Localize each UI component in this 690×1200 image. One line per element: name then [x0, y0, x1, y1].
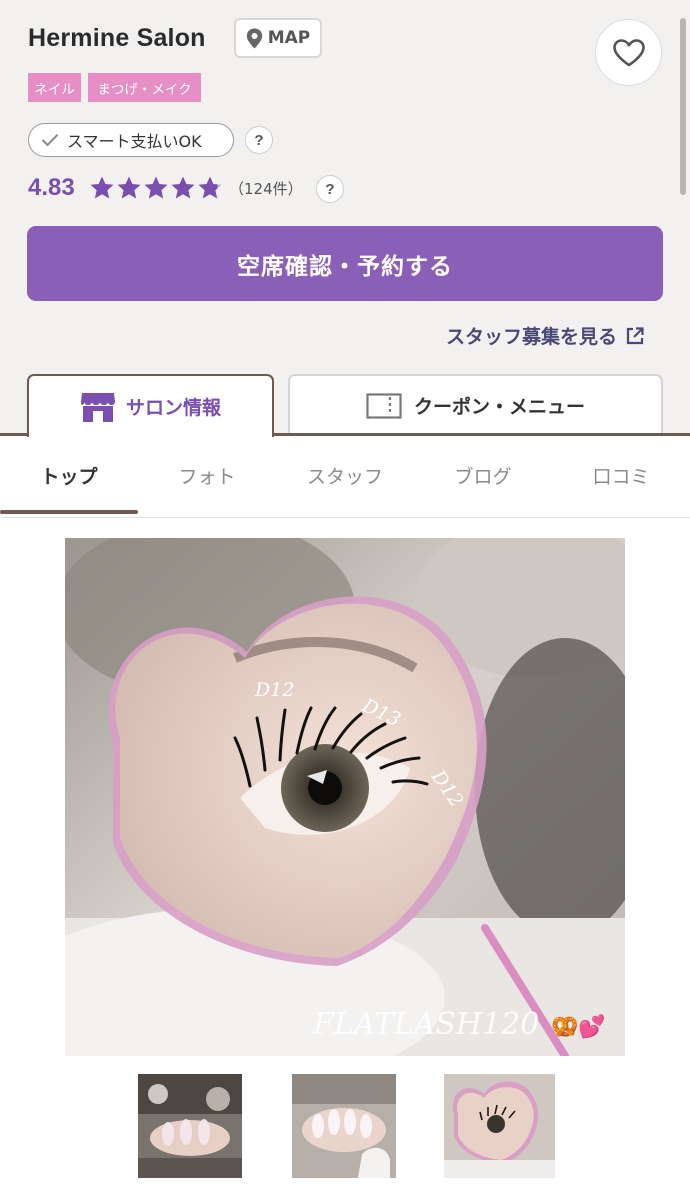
check-icon: [41, 134, 59, 147]
scrollbar[interactable]: [680, 18, 686, 195]
salon-header: [0, 0, 690, 435]
staff-recruit-label: スタッフ募集を見る: [446, 326, 618, 348]
rating-stars: [89, 175, 223, 201]
subnav-top[interactable]: トップ: [0, 436, 138, 514]
rating-value: 4.83: [28, 174, 75, 201]
sub-navigation: トップ フォト スタッフ ブログ 口コミ: [0, 436, 690, 518]
salon-name: Hermine Salon: [28, 24, 206, 52]
star-icon: [171, 176, 195, 199]
help-icon[interactable]: ?: [245, 126, 273, 154]
star-icon: [90, 176, 114, 199]
subnav-blog[interactable]: ブログ: [414, 436, 552, 514]
photo-emoji: 🥨💕: [551, 1014, 606, 1040]
storefront-icon: [80, 392, 115, 422]
star-icon: [144, 176, 168, 199]
lash-label-d12: D12: [254, 679, 294, 701]
favorite-button[interactable]: [595, 19, 662, 86]
eyelash-photo-thumbnail: [444, 1074, 555, 1178]
star-icon: [117, 176, 141, 199]
map-button[interactable]: MAP: [234, 18, 322, 58]
tab-coupon-menu[interactable]: クーポン・メニュー: [288, 374, 663, 435]
map-pin-icon: [246, 28, 262, 48]
heart-icon: [612, 38, 645, 66]
staff-recruit-link[interactable]: スタッフ募集を見る: [446, 322, 645, 349]
subnav-staff[interactable]: スタッフ: [276, 436, 414, 514]
tag-eyelash-makeup: まつげ・メイク: [88, 73, 201, 102]
photo-thumbnail-1[interactable]: [138, 1074, 242, 1178]
subnav-active-indicator: [0, 510, 138, 514]
star-icon: [198, 176, 222, 199]
tag-nail: ネイル: [28, 73, 81, 102]
map-label: MAP: [267, 28, 311, 48]
review-count[interactable]: （124件）: [229, 178, 303, 199]
photo-thumbnail-2[interactable]: [292, 1074, 396, 1178]
subnav-photo[interactable]: フォト: [138, 436, 276, 514]
smart-payment-badge: スマート支払いOK: [28, 123, 234, 157]
subnav-reviews[interactable]: 口コミ: [552, 436, 690, 514]
main-photo[interactable]: D12 D13 D12 FLATLASH120 🥨💕: [65, 538, 625, 1056]
tab-coupon-menu-label: クーポン・メニュー: [413, 396, 585, 418]
tab-salon-info-label: サロン情報: [125, 397, 221, 419]
external-link-icon: [626, 326, 644, 344]
eyelash-mirror-photo: D12 D13 D12 FLATLASH120 🥨💕: [65, 538, 625, 1056]
nail-photo-thumbnail: [138, 1074, 242, 1178]
nail-photo-thumbnail: [292, 1074, 396, 1178]
reserve-button[interactable]: 空席確認・予約する: [27, 226, 663, 301]
ticket-icon: [366, 392, 402, 419]
photo-thumbnail-3[interactable]: [444, 1074, 555, 1178]
help-icon[interactable]: ?: [316, 175, 344, 203]
tab-salon-info[interactable]: サロン情報: [27, 374, 274, 437]
smart-payment-label: スマート支払いOK: [67, 132, 202, 151]
photo-caption: FLATLASH120: [312, 1007, 539, 1042]
